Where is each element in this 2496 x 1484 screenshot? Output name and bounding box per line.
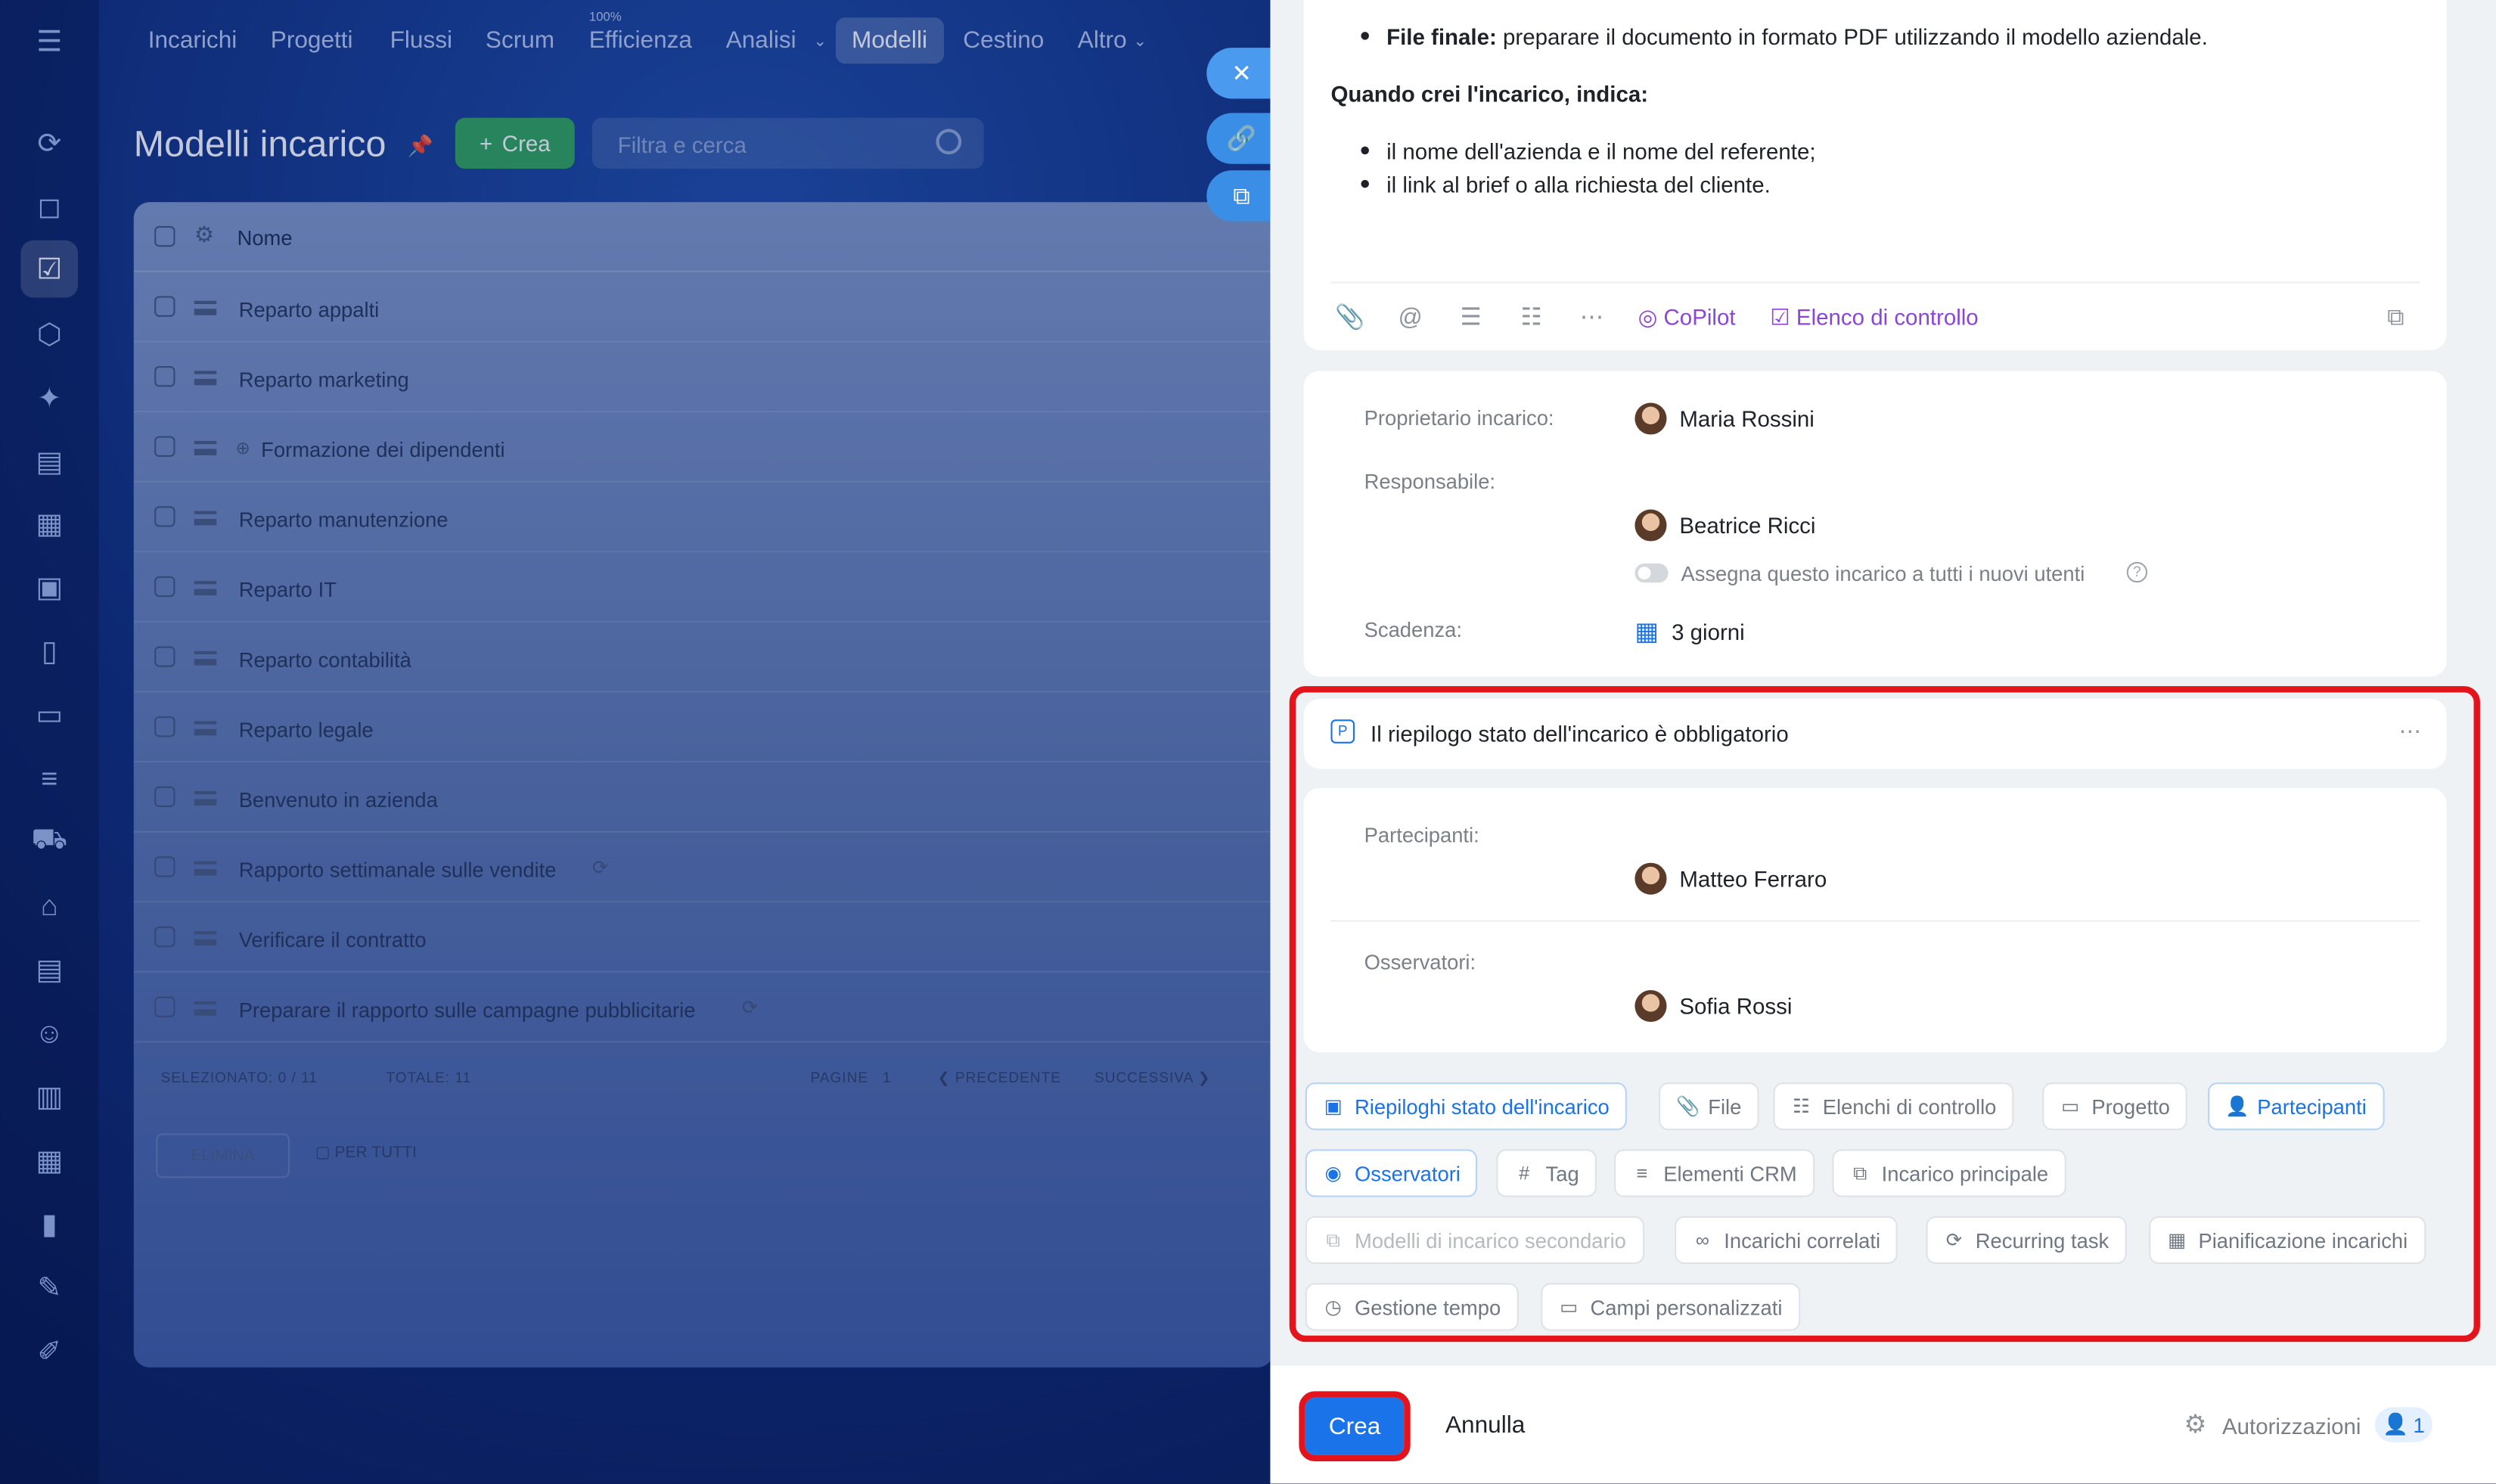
responsible-label: Responsabile: bbox=[1364, 469, 1496, 494]
template-editor-panel: File finale: preparare il documento in f… bbox=[1270, 0, 2496, 1484]
bullet-list-icon[interactable]: ☰ bbox=[1457, 303, 1485, 331]
description-card[interactable]: File finale: preparare il documento in f… bbox=[1303, 0, 2447, 351]
responsible-user[interactable]: Beatrice Ricci bbox=[1635, 509, 1815, 542]
checklist-button[interactable]: ☑ Elenco di controllo bbox=[1770, 304, 1978, 331]
expand-editor-icon[interactable]: ⧉ bbox=[2381, 303, 2410, 331]
bullet bbox=[1361, 146, 1369, 155]
bullet bbox=[1361, 179, 1369, 188]
avatar bbox=[1635, 509, 1667, 542]
permissions-count-badge[interactable]: 👤 1 bbox=[2375, 1407, 2432, 1442]
avatar bbox=[1635, 402, 1667, 435]
link-icon: 🔗 bbox=[1226, 126, 1257, 154]
copilot-icon: ◎ bbox=[1638, 303, 1658, 330]
description-line: File finale: preparare il documento in f… bbox=[1386, 23, 2208, 50]
calendar-icon: ▦ bbox=[1635, 619, 1659, 647]
divider bbox=[1330, 281, 2420, 284]
highlight-box bbox=[1289, 686, 2480, 1343]
gear-icon[interactable]: ⚙ bbox=[2184, 1409, 2207, 1441]
people-card: Proprietario incarico: Maria Rossini Res… bbox=[1303, 371, 2447, 677]
description-bullet: il nome dell'azienda e il nome del refer… bbox=[1386, 138, 1816, 164]
help-icon[interactable]: ? bbox=[2126, 561, 2148, 583]
deadline-label: Scadenza: bbox=[1364, 617, 1462, 642]
description-bullet: il link al brief o alla richiesta del cl… bbox=[1386, 172, 1771, 197]
attachment-icon[interactable]: 📎 bbox=[1335, 303, 1364, 331]
panel-footer: Crea Annulla ⚙ Autorizzazioni 👤 1 bbox=[1270, 1365, 2496, 1484]
modal-overlay bbox=[0, 0, 1274, 1484]
numbered-list-icon[interactable]: ☷ bbox=[1517, 303, 1546, 331]
permissions-link[interactable]: Autorizzazioni bbox=[2222, 1414, 2361, 1439]
more-icon[interactable]: ⋯ bbox=[1578, 303, 1607, 331]
mention-icon[interactable]: @ bbox=[1396, 303, 1425, 331]
description-heading: Quando crei l'incarico, indica: bbox=[1330, 81, 1649, 107]
assign-all-toggle[interactable] bbox=[1635, 563, 1669, 583]
owner-user[interactable]: Maria Rossini bbox=[1635, 402, 1815, 435]
deadline-value[interactable]: ▦ 3 giorni bbox=[1635, 616, 1744, 647]
cancel-button[interactable]: Annulla bbox=[1445, 1412, 1525, 1439]
owner-label: Proprietario incarico: bbox=[1364, 405, 1554, 430]
open-new-window-button[interactable]: ⧉ bbox=[1206, 170, 1277, 222]
bullet bbox=[1361, 32, 1369, 40]
highlight-box bbox=[1299, 1391, 1411, 1462]
checklist-icon: ☑ bbox=[1770, 303, 1790, 330]
copilot-button[interactable]: ◎ CoPilot bbox=[1638, 304, 1736, 331]
close-slider-button[interactable]: ✕ bbox=[1206, 48, 1277, 99]
user-icon: 👤 bbox=[2383, 1411, 2409, 1436]
copy-link-button[interactable]: 🔗 bbox=[1206, 113, 1277, 164]
assign-all-label: Assegna questo incarico a tutti i nuovi … bbox=[1681, 561, 2085, 586]
external-link-icon: ⧉ bbox=[1233, 182, 1250, 210]
close-icon: ✕ bbox=[1231, 60, 1252, 88]
